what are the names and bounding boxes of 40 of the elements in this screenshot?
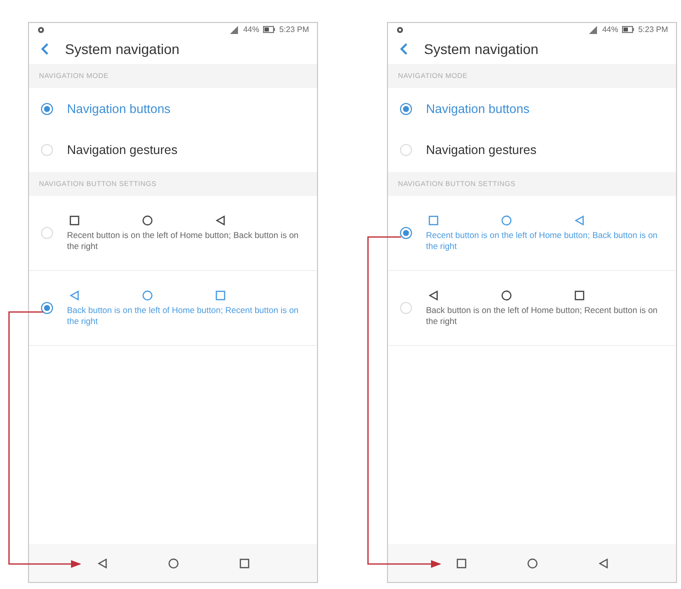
home-icon (142, 290, 153, 300)
option-description: Recent button is on the left of Home button; Back button is on the right (67, 230, 299, 252)
signal-icon (229, 26, 240, 34)
signal-icon (588, 26, 598, 34)
battery-percent: 44% (243, 25, 260, 34)
clock-time: 5:23 PM (279, 25, 309, 34)
radio-button[interactable] (400, 102, 412, 114)
option-label: Navigation gestures (67, 142, 178, 156)
home-icon (501, 290, 512, 300)
screen-title: System navigation (424, 41, 538, 57)
radio-button[interactable] (41, 302, 53, 314)
battery-icon (263, 26, 276, 33)
battery-percent: 44% (602, 25, 618, 34)
back-icon[interactable] (598, 558, 608, 568)
back-icon (574, 214, 585, 226)
home-icon (501, 214, 512, 226)
back-icon (69, 290, 80, 300)
screen-title: System navigation (65, 41, 180, 57)
recent-apps-icon[interactable] (456, 558, 466, 568)
recent-apps-icon (428, 214, 439, 226)
back-icon[interactable] (96, 558, 108, 568)
home-icon[interactable] (168, 558, 178, 568)
back-icon (215, 214, 226, 226)
option-label: Navigation buttons (67, 102, 171, 116)
battery-icon (622, 26, 634, 33)
radio-button[interactable] (400, 227, 412, 239)
option-label: Navigation buttons (426, 102, 530, 116)
recent-apps-icon[interactable] (238, 558, 250, 568)
recent-apps-icon (69, 214, 80, 226)
home-icon (142, 214, 153, 226)
option-description: Back button is on the left of Home button; Recent button is on the right (67, 304, 299, 326)
clock-time: 5:23 PM (638, 25, 668, 34)
radio-button[interactable] (41, 102, 53, 114)
home-icon[interactable] (526, 558, 538, 568)
option-description: Recent button is on the left of Home button; Back button is on the right (426, 230, 658, 252)
option-label: Navigation gestures (426, 142, 536, 156)
back-icon (428, 290, 439, 300)
option-description: Back button is on the left of Home button; Recent button is on the right (426, 304, 658, 326)
recent-apps-icon (574, 290, 585, 300)
recent-apps-icon (215, 290, 226, 300)
